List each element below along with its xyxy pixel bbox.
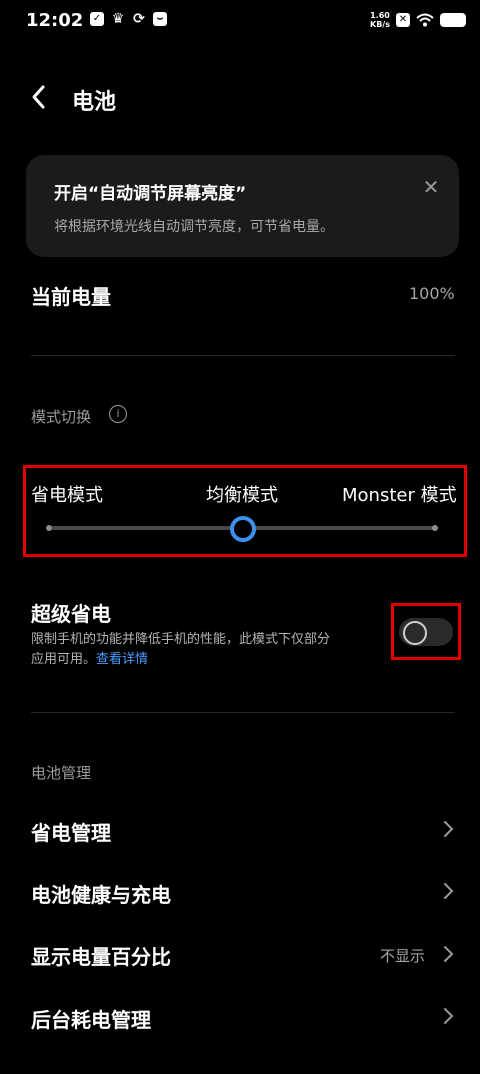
swirl-notification-icon: ⟳ bbox=[133, 11, 145, 27]
network-speed-value: 1.60 bbox=[370, 11, 390, 20]
current-charge-value: 100% bbox=[409, 284, 455, 303]
mode-section-header: 模式切换 bbox=[31, 408, 92, 426]
close-icon[interactable]: ✕ bbox=[420, 176, 442, 198]
divider bbox=[31, 355, 455, 356]
chevron-right-icon bbox=[444, 1008, 454, 1024]
tip-description: 将根据环境光线自动调节亮度，可节省电量。 bbox=[54, 219, 334, 235]
super-saver-desc-line1: 限制手机的功能并降低手机的性能，此模式下仅部分 bbox=[31, 632, 331, 647]
chevron-right-icon bbox=[444, 883, 454, 899]
slider-stop-start bbox=[46, 525, 52, 531]
crown-notification-icon: ♛ bbox=[111, 11, 125, 27]
toggle-knob bbox=[403, 621, 427, 645]
mode-slider-thumb[interactable] bbox=[230, 516, 256, 542]
current-charge-label: 当前电量 bbox=[31, 285, 111, 309]
battery-management-header: 电池管理 bbox=[31, 764, 92, 782]
slider-stop-end bbox=[432, 525, 438, 531]
battery-icon bbox=[440, 13, 466, 27]
divider bbox=[31, 712, 455, 713]
super-saver-title: 超级省电 bbox=[31, 602, 111, 626]
wifi-icon bbox=[416, 13, 434, 27]
list-item-value: 不显示 bbox=[380, 947, 426, 965]
auto-brightness-tip-card[interactable] bbox=[26, 155, 459, 257]
check-notification-icon: ✓ bbox=[90, 12, 104, 26]
mode-balanced[interactable]: 均衡模式 bbox=[206, 481, 278, 507]
sim-off-icon: ✕ bbox=[396, 13, 410, 27]
list-item-label: 电池健康与充电 bbox=[31, 883, 171, 907]
info-icon[interactable]: i bbox=[109, 405, 127, 423]
list-item-label: 省电管理 bbox=[31, 821, 111, 845]
view-details-link[interactable]: 查看详情 bbox=[96, 652, 148, 667]
mode-monster[interactable]: Monster 模式 bbox=[342, 481, 457, 507]
mode-slider-highlight bbox=[23, 465, 467, 557]
notification-icons: ✓ ♛ ⟳ ⌣ bbox=[90, 12, 167, 26]
status-time: 12:02 bbox=[26, 10, 84, 31]
page-title: 电池 bbox=[72, 90, 117, 115]
list-item-label: 显示电量百分比 bbox=[31, 945, 171, 969]
back-icon[interactable] bbox=[24, 82, 54, 112]
network-speed-unit: KB/s bbox=[370, 20, 390, 29]
list-item-label: 后台耗电管理 bbox=[31, 1008, 151, 1032]
chat-notification-icon: ⌣ bbox=[153, 12, 167, 26]
super-saver-desc-line2: 应用可用。查看详情 bbox=[31, 650, 148, 670]
system-icons: ✕ bbox=[396, 13, 466, 27]
super-saver-desc-text: 应用可用。 bbox=[31, 652, 97, 667]
tip-title: 开启“自动调节屏幕亮度” bbox=[54, 184, 247, 204]
chevron-right-icon bbox=[444, 946, 454, 962]
chevron-right-icon bbox=[444, 821, 454, 837]
network-speed: 1.60 KB/s bbox=[370, 11, 390, 29]
status-bar: 12:02 ✓ ♛ ⟳ ⌣ 1.60 KB/s ✕ bbox=[0, 0, 480, 44]
mode-power-saving[interactable]: 省电模式 bbox=[31, 481, 103, 507]
